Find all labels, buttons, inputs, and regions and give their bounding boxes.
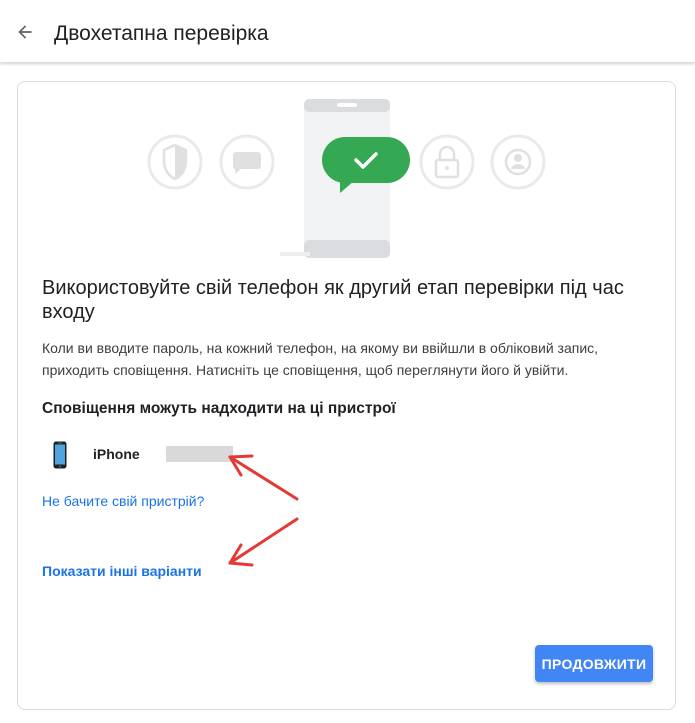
continue-button[interactable]: ПРОДОВЖИТИ (535, 645, 653, 682)
top-bar: Двохетапна перевірка (0, 0, 695, 63)
chat-bubble-icon (219, 134, 275, 190)
page-title: Двохетапна перевірка (54, 22, 269, 45)
phone-check-icon (280, 99, 410, 258)
device-item: iPhone (42, 440, 342, 470)
content-card: Використовуйте свій телефон як другий ет… (17, 81, 676, 710)
device-name: iPhone (93, 446, 140, 462)
show-more-options-link[interactable]: Показати інші варіанти (42, 563, 202, 579)
arrow-back-icon (18, 25, 32, 39)
back-button[interactable] (10, 17, 40, 47)
description: Коли ви вводите пароль, на кожний телефо… (42, 340, 599, 378)
illustration (147, 99, 546, 258)
redacted-device-detail (166, 446, 233, 462)
shield-icon (147, 134, 203, 190)
iphone-icon (53, 441, 67, 469)
lock-icon (419, 134, 475, 190)
cant-see-device-link[interactable]: Не бачите свій пристрій? (42, 493, 204, 509)
devices-section-title: Сповіщення можуть надходити на ці пристр… (42, 400, 396, 417)
account-icon (490, 134, 546, 190)
headline: Використовуйте свій телефон як другий ет… (42, 277, 624, 323)
